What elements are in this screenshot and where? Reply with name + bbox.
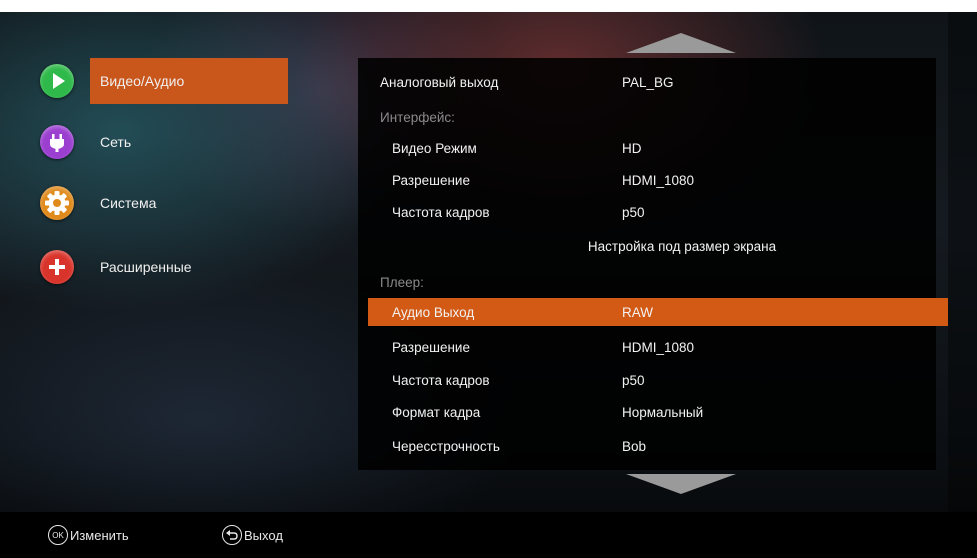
setting-value: PAL_BG xyxy=(622,74,674,90)
scroll-up-arrow-icon[interactable] xyxy=(626,33,736,53)
scroll-down-arrow-icon[interactable] xyxy=(626,474,736,494)
hint-change[interactable]: OK Изменить xyxy=(48,525,129,545)
play-icon xyxy=(40,64,74,98)
setting-label: Частота кадров xyxy=(392,204,490,220)
setting-deinterlace[interactable]: Чересстрочность Bob xyxy=(358,432,936,460)
setting-value: p50 xyxy=(622,372,645,388)
footer-bar: OK Изменить Выход xyxy=(0,512,977,558)
setting-player-frame-rate[interactable]: Частота кадров p50 xyxy=(358,366,936,394)
setting-aspect-ratio[interactable]: Формат кадра Нормальный xyxy=(358,398,936,426)
settings-panel: Аналоговый выход PAL_BG Интерфейс: Видео… xyxy=(358,58,948,470)
section-header-label: Интерфейс: xyxy=(380,109,455,125)
setting-screen-fit[interactable]: Настройка под размер экрана xyxy=(358,232,936,260)
hint-exit[interactable]: Выход xyxy=(222,525,283,545)
gear-icon xyxy=(40,186,74,220)
sidebar-item-advanced[interactable]: Расширенные xyxy=(30,244,300,290)
setting-analog-output[interactable]: Аналоговый выход PAL_BG xyxy=(358,68,936,96)
setting-audio-output[interactable]: Аудио Выход RAW xyxy=(368,298,948,326)
hint-exit-label: Выход xyxy=(244,527,283,543)
sidebar-item-system[interactable]: Система xyxy=(30,180,300,226)
setting-resolution[interactable]: Разрешение HDMI_1080 xyxy=(358,166,936,194)
setting-value: Bob xyxy=(622,438,647,454)
setting-video-mode[interactable]: Видео Режим HD xyxy=(358,134,936,162)
setting-value: HDMI_1080 xyxy=(622,172,695,188)
setting-value: HDMI_1080 xyxy=(622,339,695,355)
setting-player-resolution[interactable]: Разрешение HDMI_1080 xyxy=(358,333,936,361)
setting-label: Аудио Выход xyxy=(392,304,475,320)
hint-change-label: Изменить xyxy=(70,527,129,543)
setting-label: Аналоговый выход xyxy=(380,74,499,90)
setting-value: RAW xyxy=(622,304,653,320)
sidebar-item-label: Видео/Аудио xyxy=(90,58,288,104)
sidebar-item-label: Система xyxy=(100,195,157,211)
section-header-label: Плеер: xyxy=(380,274,424,290)
setting-label: Разрешение xyxy=(392,339,470,355)
top-border xyxy=(0,0,977,12)
sidebar-item-video-audio[interactable]: Видео/Аудио xyxy=(30,58,300,104)
setting-frame-rate[interactable]: Частота кадров p50 xyxy=(358,198,936,226)
ok-key-label: OK xyxy=(52,530,64,540)
sidebar-item-network[interactable]: Сеть xyxy=(30,119,300,165)
ok-key-icon: OK xyxy=(48,525,68,545)
back-arrow-icon xyxy=(222,525,242,545)
setting-label: Частота кадров xyxy=(392,372,490,388)
setting-value: Нормальный xyxy=(622,404,704,420)
setting-value: p50 xyxy=(622,204,645,220)
plus-icon xyxy=(40,250,74,284)
network-plug-icon xyxy=(40,125,74,159)
section-header-player: Плеер: xyxy=(358,268,936,296)
setting-value: HD xyxy=(622,140,642,156)
setting-label: Видео Режим xyxy=(392,140,477,156)
setting-label: Формат кадра xyxy=(392,404,481,420)
sidebar-item-label: Сеть xyxy=(100,134,132,150)
right-edge-shade xyxy=(948,12,977,512)
setting-label: Настройка под размер экрана xyxy=(587,238,777,254)
setting-label: Разрешение xyxy=(392,172,470,188)
setting-label: Чересстрочность xyxy=(392,438,500,454)
sidebar-item-label: Расширенные xyxy=(100,259,192,275)
section-header-interface: Интерфейс: xyxy=(358,103,936,131)
